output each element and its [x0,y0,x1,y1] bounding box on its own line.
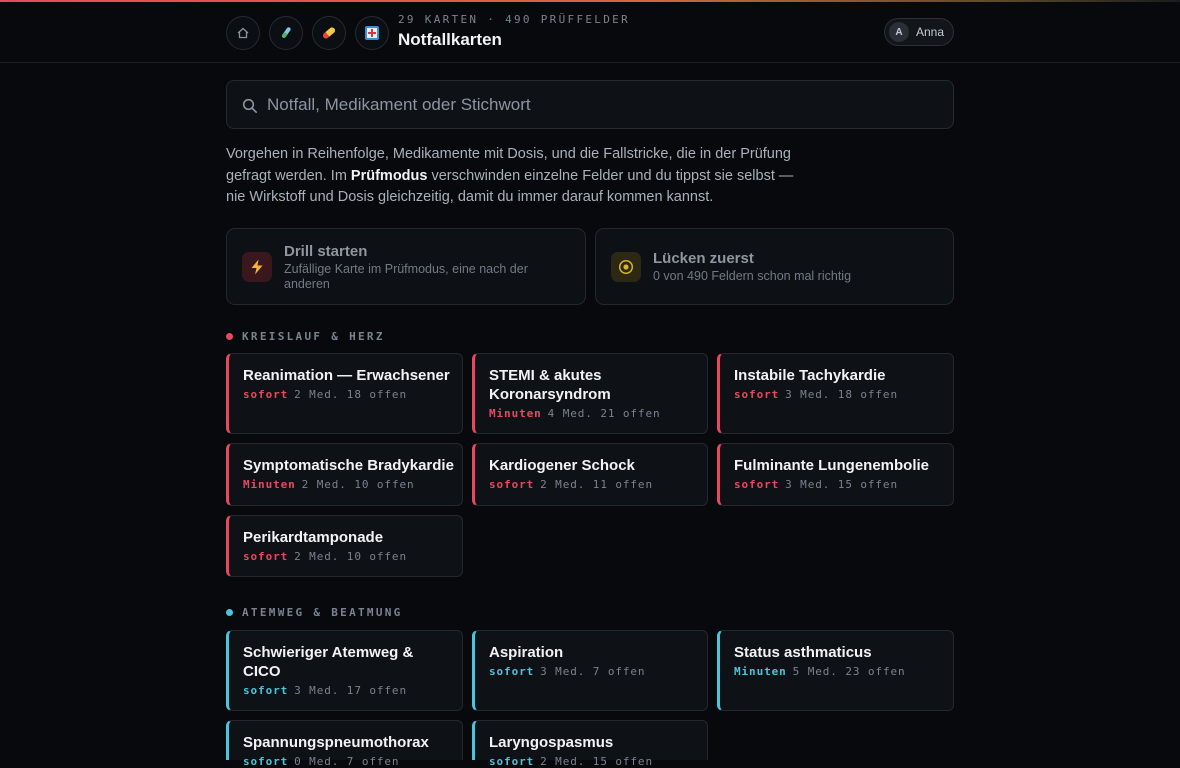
card-title: Aspiration [489,644,564,661]
urgency-label: sofort [243,550,289,563]
user-name: Anna [916,25,945,39]
card-meta: sofort 2 Med. 15 offen [489,755,699,768]
card-counts: 5 Med. 23 offen [792,665,906,678]
urgency-label: sofort [243,388,289,401]
card-counts: 2 Med. 10 offen [294,550,407,563]
card-title: Kardiogener Schock [489,457,635,474]
card-meta: Minuten 5 Med. 23 offen [734,665,945,678]
urgency-label: sofort [243,684,289,697]
urgency-label: sofort [489,755,535,768]
card-counts: 2 Med. 11 offen [540,478,653,491]
card-schwieriger-atemweg[interactable]: Schwieriger Atemweg & CICO sofort 3 Med. … [226,630,463,711]
home-button[interactable] [226,16,260,50]
search-box [226,80,954,129]
card-title: Status asthmaticus [734,644,872,661]
card-title: Reanimation — Erwachsener [243,367,450,384]
card-title: STEMI & akutes Koronarsyndrom [489,367,611,403]
card-meta: sofort 2 Med. 11 offen [489,478,699,491]
card-counts: 2 Med. 10 offen [301,478,415,491]
section-dot [226,609,233,616]
card-meta: sofort 3 Med. 7 offen [489,665,699,678]
gaps-first-title: Lücken zuerst [653,250,754,267]
drill-start-subtitle: Zufällige Karte im Prüfmodus, eine nach … [284,262,528,291]
pill-icon [322,27,336,39]
card-title: Fulminante Lungenembolie [734,457,930,474]
urgency-label: sofort [734,388,780,401]
home-icon [237,27,249,39]
card-aspiration[interactable]: Aspiration sofort 3 Med. 7 offen [472,630,708,711]
search-input[interactable] [267,81,937,128]
card-counts: 3 Med. 15 offen [785,478,898,491]
intro-text: Vorgehen in Reihenfolge, Medikamente mit… [226,144,796,209]
medication-button[interactable] [312,16,346,50]
card-title: Laryngospasmus [489,734,614,751]
target-icon [611,252,641,282]
header-meta: 29 KARTEN · 490 PRÜFFELDER [398,13,630,26]
card-meta: sofort 3 Med. 17 offen [243,684,454,697]
section-header-atemweg: ATEMWEG & BEATMUNG [226,606,403,619]
card-title: Symptomatische Bradykardie [243,457,454,474]
section-label: ATEMWEG & BEATMUNG [242,606,403,619]
card-title: Spannungspneumothorax [243,734,429,751]
urgency-label: Minuten [489,407,542,420]
page-title: Notfallkarten [398,30,502,49]
card-meta: sofort 3 Med. 15 offen [734,478,945,491]
card-counts: 3 Med. 18 offen [785,388,898,401]
card-title: Perikardtamponade [243,529,384,546]
card-title: Instabile Tachykardie [734,367,886,384]
section-header-kreislauf: KREISLAUF & HERZ [226,330,385,343]
urgency-label: sofort [489,478,535,491]
hospital-icon [365,26,379,40]
card-counts: 2 Med. 15 offen [540,755,653,768]
section-label: KREISLAUF & HERZ [242,330,385,343]
lightning-icon [242,252,272,282]
card-counts: 0 Med. 7 offen [294,755,400,768]
drill-start-title: Drill starten [284,243,368,260]
card-status-asthmaticus[interactable]: Status asthmaticus Minuten 5 Med. 23 offe… [717,630,954,711]
card-perikardtamponade[interactable]: Perikardtamponade sofort 2 Med. 10 offen [226,515,463,577]
drill-start-button[interactable]: Drill starten Zufällige Karte im Prüfmod… [226,228,586,305]
urgency-label: Minuten [243,478,296,491]
card-counts: 4 Med. 21 offen [547,407,661,420]
urgency-label: sofort [734,478,780,491]
card-meta: sofort 2 Med. 10 offen [243,550,454,563]
gaps-first-subtitle: 0 von 490 Feldern schon mal richtig [653,269,852,283]
card-counts: 2 Med. 18 offen [294,388,407,401]
avatar: A [889,22,909,42]
lab-button[interactable] [269,16,303,50]
card-counts: 3 Med. 7 offen [540,665,646,678]
card-stemi[interactable]: STEMI & akutes Koronarsyndrom Minuten 4 M… [472,353,708,434]
card-meta: sofort 3 Med. 18 offen [734,388,945,401]
card-laryngospasmus[interactable]: Laryngospasmus sofort 2 Med. 15 offen [472,720,708,768]
hospital-button[interactable] [355,16,389,50]
card-kardiogener-schock[interactable]: Kardiogener Schock sofort 2 Med. 11 offen [472,443,708,506]
card-meta: Minuten 4 Med. 21 offen [489,407,699,420]
user-menu[interactable]: A Anna [884,18,954,46]
gaps-first-button[interactable]: Lücken zuerst 0 von 490 Feldern schon ma… [595,228,954,305]
search-icon [242,98,257,113]
card-tachykardie[interactable]: Instabile Tachykardie sofort 3 Med. 18 of… [717,353,954,434]
card-meta: Minuten 2 Med. 10 offen [243,478,454,491]
card-meta: sofort 2 Med. 18 offen [243,388,454,401]
app-header: 29 KARTEN · 490 PRÜFFELDER Notfallkarten… [0,2,1180,63]
intro-text-bold: Prüfmodus [350,167,428,184]
card-counts: 3 Med. 17 offen [294,684,407,697]
card-spannungspneumothorax[interactable]: Spannungspneumothorax sofort 0 Med. 7 off… [226,720,463,768]
card-reanimation[interactable]: Reanimation — Erwachsener sofort 2 Med. 1… [226,353,463,434]
card-meta: sofort 0 Med. 7 offen [243,755,454,768]
urgency-label: Minuten [734,665,787,678]
card-lungenembolie[interactable]: Fulminante Lungenembolie sofort 3 Med. 15… [717,443,954,506]
card-bradykardie[interactable]: Symptomatische Bradykardie Minuten 2 Med.… [226,443,463,506]
test-tube-icon [281,27,291,38]
section-dot [226,333,233,340]
card-title: Schwieriger Atemweg & CICO [243,644,414,680]
urgency-label: sofort [489,665,535,678]
urgency-label: sofort [243,755,289,768]
